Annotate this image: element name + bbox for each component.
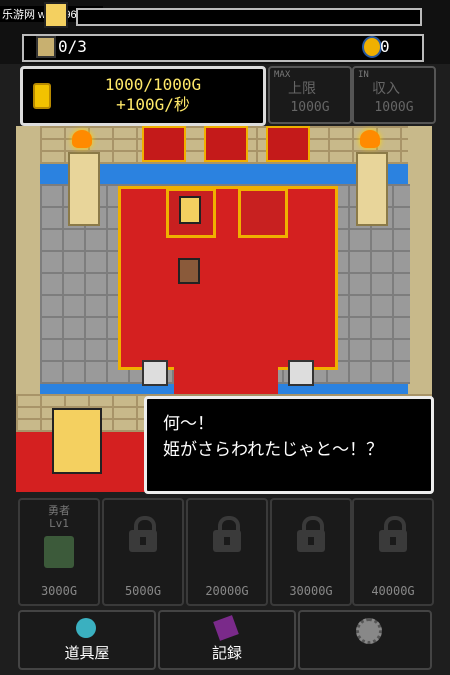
upgrade-cost: 1000G: [290, 100, 330, 115]
progress-bar: [76, 8, 422, 26]
upgrade-label: 上限: [288, 81, 316, 97]
hero-slot-4[interactable]: 30000G: [270, 498, 352, 606]
hero-count: 0/3: [58, 37, 87, 56]
hero-slot-1[interactable]: 勇者 Lv1 3000G: [18, 498, 100, 606]
dialog-text: 何～！ 姫がさらわれたじゃと～！？: [163, 414, 384, 460]
lock-icon: [379, 516, 407, 552]
upgrade-income-button[interactable]: IN 収入 1000G: [352, 66, 436, 124]
potion-icon: [76, 618, 96, 638]
banner: [204, 126, 248, 162]
gold-amount: 1000/1000G: [104, 75, 202, 94]
right-wall: [408, 126, 432, 394]
hero-cost: 30000G: [289, 584, 333, 598]
soul-count: 0: [380, 37, 390, 56]
gear-icon: [356, 618, 382, 644]
hero-cost: 40000G: [371, 584, 415, 598]
hero-cost: 5000G: [124, 584, 162, 598]
hero-portrait: [44, 536, 74, 568]
king-portrait: [52, 408, 102, 474]
banner: [142, 126, 186, 162]
torch-flame-icon: [72, 130, 92, 148]
dialog-box[interactable]: 何～！ 姫がさらわれたじゃと～！？: [144, 396, 434, 494]
upgrade-cost: 1000G: [374, 100, 414, 115]
hero-slot-5[interactable]: 40000G: [352, 498, 434, 606]
empty-throne: [238, 188, 288, 238]
hero-name: 勇者: [48, 504, 70, 517]
coin-icon: [33, 83, 51, 109]
lock-icon: [213, 516, 241, 552]
settings-button[interactable]: [298, 610, 432, 670]
red-carpet: [118, 186, 338, 370]
pillar: [68, 152, 100, 226]
guard-sprite: [288, 360, 314, 386]
lock-icon: [297, 516, 325, 552]
gold-rate: +100G/秒: [116, 95, 190, 114]
carpet-path: [174, 356, 278, 394]
upgrade-tag: IN: [358, 70, 369, 80]
lock-icon: [129, 516, 157, 552]
item-shop-label: 道具屋: [64, 644, 110, 662]
left-wall: [16, 126, 40, 394]
throne-room-scene: [16, 126, 432, 394]
upgrade-label: 収入: [372, 81, 400, 97]
hero-slot-2[interactable]: 5000G: [102, 498, 184, 606]
records-label: 記録: [211, 644, 242, 662]
hero-level: Lv1: [49, 517, 69, 530]
torch-flame-icon: [360, 130, 380, 148]
item-shop-button[interactable]: 道具屋: [18, 610, 156, 670]
hero-sprite: [178, 258, 200, 284]
upgrade-max-button[interactable]: MAX 上限 1000G: [268, 66, 352, 124]
guard-sprite: [142, 360, 168, 386]
hero-cost: 20000G: [205, 584, 249, 598]
banner: [266, 126, 310, 162]
pillar: [356, 152, 388, 226]
soul-icon: [362, 36, 382, 58]
records-button[interactable]: 記録: [158, 610, 296, 670]
king-sprite: [179, 196, 201, 224]
book-icon: [213, 615, 239, 641]
hero-cost: 3000G: [40, 584, 78, 598]
king-icon: [44, 2, 68, 28]
hero-icon: [36, 36, 56, 58]
gold-panel: 1000/1000G +100G/秒: [20, 66, 266, 126]
hero-slot-3[interactable]: 20000G: [186, 498, 268, 606]
